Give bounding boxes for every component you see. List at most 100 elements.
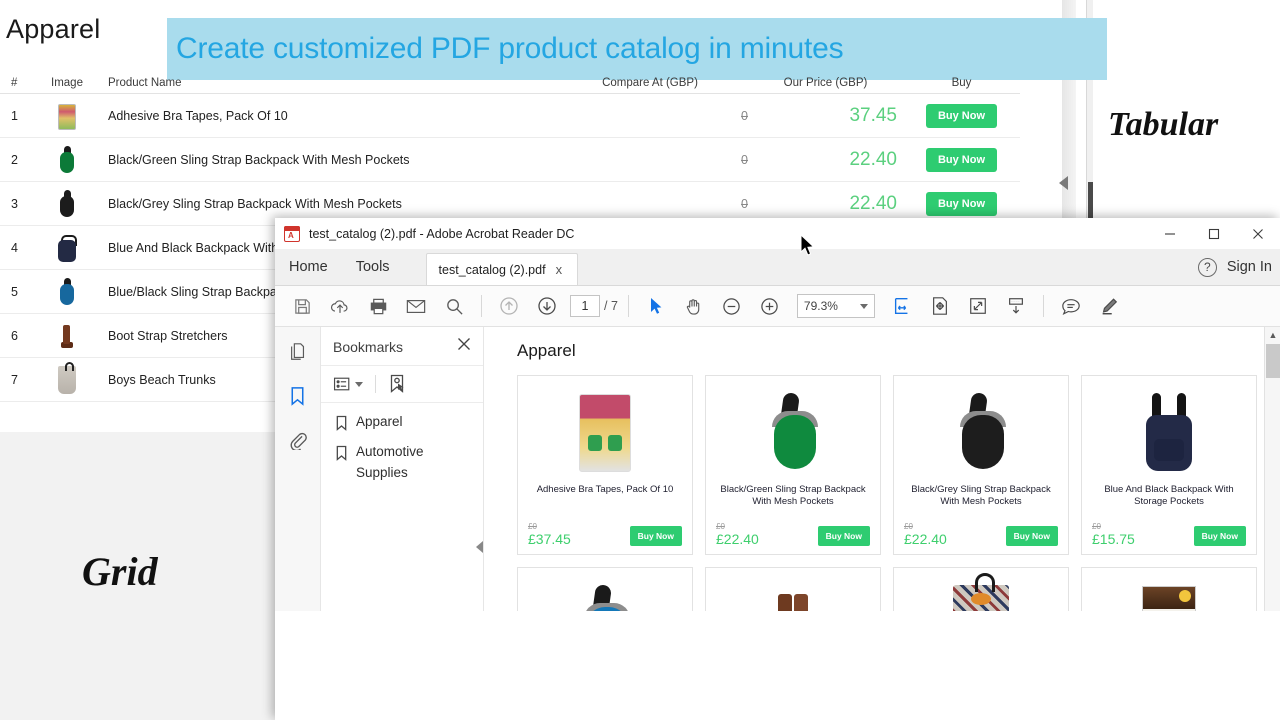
table-header-row: # Image Product Name Compare At (GBP) Ou… <box>0 72 1020 94</box>
print-icon[interactable] <box>359 287 397 325</box>
bookmarks-panel-header: Bookmarks <box>321 327 483 366</box>
attachments-icon[interactable] <box>283 425 313 455</box>
pdf-scrollbar-thumb[interactable] <box>1266 344 1280 378</box>
zoom-level-select[interactable]: 79.3% <box>797 294 875 318</box>
close-icon[interactable] <box>457 337 471 356</box>
product-card[interactable]: Black/Grey Sling Strap Backpack With Mes… <box>893 375 1069 555</box>
select-cursor-icon[interactable] <box>637 287 675 325</box>
product-card[interactable]: Black/Green Sling Strap Backpack With Me… <box>705 375 881 555</box>
upload-cloud-icon[interactable] <box>321 287 359 325</box>
pdf-scrollbar[interactable]: ▲ <box>1264 327 1280 611</box>
product-card[interactable]: Boot Strap Stretchers <box>705 567 881 611</box>
product-artwork-icon <box>762 584 824 611</box>
product-artwork-icon <box>579 394 631 472</box>
navigation-rail <box>275 327 321 611</box>
menu-tools[interactable]: Tools <box>342 249 404 285</box>
buy-now-button[interactable]: Buy Now <box>1194 526 1246 546</box>
email-icon[interactable] <box>397 287 435 325</box>
row-number: 2 <box>0 153 28 167</box>
row-number: 7 <box>0 373 28 387</box>
zoom-out-icon[interactable] <box>713 287 751 325</box>
page-thumbnails-icon[interactable] <box>283 337 313 367</box>
product-thumb-icon <box>58 366 76 394</box>
zoom-in-icon[interactable] <box>751 287 789 325</box>
new-bookmark-icon[interactable] <box>388 374 406 394</box>
row-price: 22.40 <box>748 149 903 171</box>
product-image <box>948 384 1014 482</box>
search-icon[interactable] <box>435 287 473 325</box>
table-header-our-price: Our Price (GBP) <box>748 77 903 89</box>
bookmarks-list: Apparel Automotive Supplies <box>321 403 483 484</box>
previous-page-icon[interactable] <box>490 287 528 325</box>
product-artwork-icon <box>760 393 826 473</box>
save-icon[interactable] <box>283 287 321 325</box>
product-card-name: Black/Green Sling Strap Backpack With Me… <box>714 484 872 508</box>
product-image <box>762 576 824 611</box>
buy-now-button[interactable]: Buy Now <box>630 526 682 546</box>
row-product-name: Black/Grey Sling Strap Backpack With Mes… <box>106 197 552 211</box>
comment-icon[interactable] <box>1052 287 1090 325</box>
product-card[interactable]: Blue/Black Sling Strap Backpack With Mes… <box>517 567 693 611</box>
table-row[interactable]: 1 Adhesive Bra Tapes, Pack Of 10 0 37.45… <box>0 94 1020 138</box>
document-tab-label: test_catalog (2).pdf <box>439 263 546 277</box>
product-thumb-icon <box>58 146 76 174</box>
buy-now-button[interactable]: Buy Now <box>818 526 870 546</box>
fit-width-icon[interactable] <box>883 287 921 325</box>
table-header-number: # <box>0 77 28 89</box>
maximize-button[interactable] <box>1192 218 1236 250</box>
pdf-file-icon <box>284 226 300 242</box>
next-page-icon[interactable] <box>528 287 566 325</box>
hand-icon[interactable] <box>675 287 713 325</box>
background-page-title: Apparel <box>6 14 100 45</box>
bookmark-item-automotive-supplies[interactable]: Automotive Supplies <box>335 441 477 484</box>
fullscreen-icon[interactable] <box>959 287 997 325</box>
row-thumbnail <box>28 189 106 218</box>
table-header-product-name: Product Name <box>106 77 552 89</box>
buy-now-button[interactable]: Buy Now <box>926 148 997 172</box>
highlight-icon[interactable] <box>1090 287 1128 325</box>
product-thumb-icon <box>59 322 75 350</box>
row-thumbnail <box>28 102 106 130</box>
window-controls <box>1148 218 1280 250</box>
buy-now-button[interactable]: Buy Now <box>926 192 997 216</box>
row-number: 3 <box>0 197 28 211</box>
page-number-input[interactable]: 1 <box>570 295 600 317</box>
product-card[interactable]: Boys Beach Trunks <box>893 567 1069 611</box>
document-tab[interactable]: test_catalog (2).pdf x <box>426 253 578 285</box>
scroll-mode-icon[interactable] <box>997 287 1035 325</box>
bookmark-label: Apparel <box>356 411 403 433</box>
sign-in-button[interactable]: Sign In <box>1227 259 1272 275</box>
promo-banner-text: Create customized PDF product catalog in… <box>176 32 843 66</box>
product-card-name: Blue And Black Backpack With Storage Poc… <box>1090 484 1248 508</box>
help-icon[interactable]: ? <box>1198 258 1217 277</box>
chevron-down-icon[interactable] <box>355 382 363 387</box>
options-list-icon[interactable] <box>333 376 363 392</box>
buy-now-button[interactable]: Buy Now <box>1006 526 1058 546</box>
bookmarks-panel-title: Bookmarks <box>333 339 403 355</box>
product-card[interactable]: Adhesive Bra Tapes, Pack Of 10 £0 £37.45… <box>517 375 693 555</box>
product-image <box>953 576 1009 611</box>
acrobat-toolbar: 1 / 7 79.3% <box>275 286 1280 327</box>
row-number: 4 <box>0 241 28 255</box>
buy-now-button[interactable]: Buy Now <box>926 104 997 128</box>
menu-and-tab-bar: Home Tools test_catalog (2).pdf x ? Sign… <box>275 250 1280 286</box>
product-card[interactable]: Blue And Black Backpack With Storage Poc… <box>1081 375 1257 555</box>
chevron-down-icon[interactable] <box>860 304 868 309</box>
table-row[interactable]: 2 Black/Green Sling Strap Backpack With … <box>0 138 1020 182</box>
product-card[interactable]: Brown Shoe Laces <box>1081 567 1257 611</box>
document-tab-close-icon[interactable]: x <box>556 262 563 277</box>
product-thumb-icon <box>58 235 76 262</box>
scroll-up-icon[interactable]: ▲ <box>1265 327 1280 343</box>
background-collapse-arrow-icon[interactable] <box>1059 176 1068 190</box>
bookmark-item-apparel[interactable]: Apparel <box>335 411 477 433</box>
panel-collapse-arrow-icon[interactable] <box>475 539 484 555</box>
bookmarks-toolbar-divider <box>375 375 376 393</box>
pdf-page-view[interactable]: Apparel Adhesive Bra Tapes, Pack Of 10 £… <box>484 327 1280 611</box>
product-image <box>572 576 638 611</box>
menu-home[interactable]: Home <box>275 249 342 285</box>
minimize-button[interactable] <box>1148 218 1192 250</box>
close-button[interactable] <box>1236 218 1280 250</box>
fit-page-icon[interactable] <box>921 287 959 325</box>
page-total-label: / 7 <box>604 299 618 313</box>
bookmarks-icon[interactable] <box>283 381 313 411</box>
